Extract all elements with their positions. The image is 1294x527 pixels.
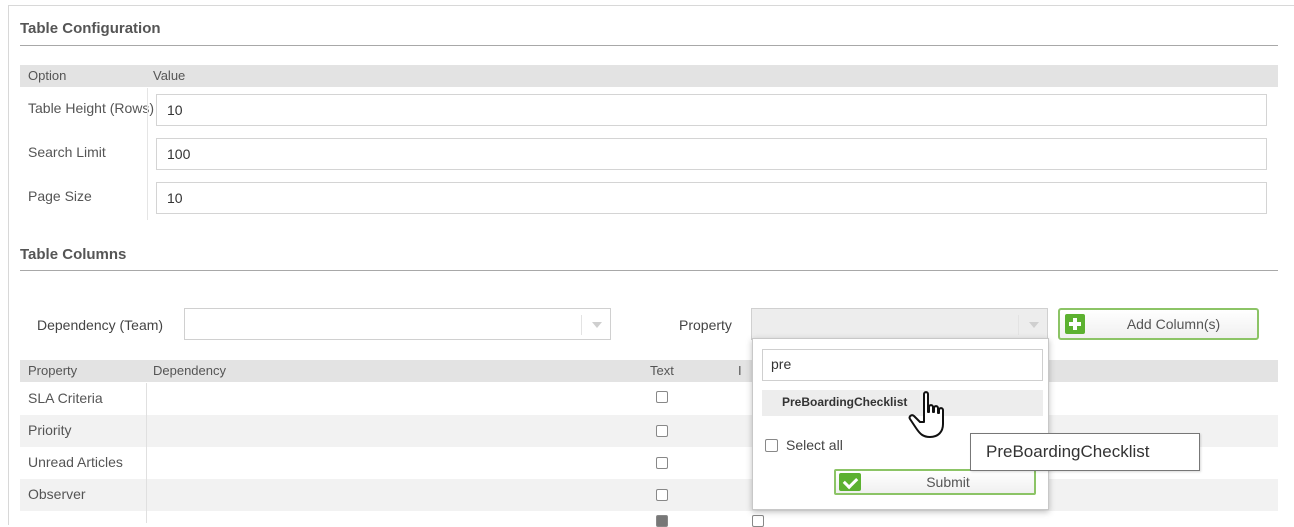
row-property: Priority bbox=[28, 422, 72, 438]
property-dropdown: pre PreBoardingChecklist Select all Subm… bbox=[752, 338, 1049, 510]
chevron-down-icon[interactable] bbox=[592, 322, 602, 328]
row-property: SLA Criteria bbox=[28, 390, 103, 406]
dropdown-option-preboardingchecklist[interactable]: PreBoardingChecklist bbox=[762, 390, 1043, 416]
header-i: I bbox=[738, 363, 742, 378]
text-checkbox[interactable] bbox=[656, 425, 668, 437]
column-divider bbox=[147, 88, 148, 132]
header-dependency: Dependency bbox=[153, 363, 226, 378]
table-configuration-title: Table Configuration bbox=[20, 20, 161, 37]
header-property: Property bbox=[28, 363, 78, 378]
column-divider bbox=[146, 415, 147, 447]
config-label: Search Limit bbox=[28, 144, 106, 160]
property-search-input[interactable]: pre bbox=[762, 349, 1043, 381]
submit-label: Submit bbox=[926, 474, 970, 490]
text-checkbox[interactable] bbox=[656, 391, 668, 403]
column-divider bbox=[146, 511, 147, 523]
header-value: Value bbox=[153, 68, 186, 83]
table-columns-title: Table Columns bbox=[20, 246, 127, 263]
section-divider bbox=[20, 270, 1278, 271]
text-checkbox[interactable] bbox=[656, 489, 668, 501]
hand-pointer-cursor-icon bbox=[908, 391, 944, 438]
select-separator bbox=[581, 315, 582, 335]
dependency-team-select[interactable] bbox=[184, 308, 611, 340]
config-label: Table Height (Rows) bbox=[28, 100, 155, 116]
table-row: Observer bbox=[20, 479, 1278, 511]
config-row-search-limit: Search Limit 100 bbox=[20, 132, 1278, 176]
config-label: Page Size bbox=[28, 188, 92, 204]
config-row-page-size: Page Size 10 bbox=[20, 176, 1278, 220]
page-size-input[interactable]: 10 bbox=[156, 182, 1267, 214]
column-divider bbox=[146, 447, 147, 479]
column-divider bbox=[146, 479, 147, 511]
select-all-label: Select all bbox=[786, 437, 843, 453]
option-label: PreBoardingChecklist bbox=[782, 395, 908, 409]
text-checkbox[interactable] bbox=[656, 457, 668, 469]
config-table-header: Option Value bbox=[20, 65, 1278, 87]
text-checkbox[interactable] bbox=[656, 515, 668, 527]
section-divider bbox=[20, 45, 1278, 46]
config-row-table-height: Table Height (Rows) 10 bbox=[20, 88, 1278, 132]
property-select[interactable] bbox=[751, 308, 1048, 340]
column-divider bbox=[147, 176, 148, 220]
select-all-checkbox[interactable] bbox=[765, 439, 778, 452]
add-columns-button[interactable]: Add Column(s) bbox=[1058, 308, 1259, 340]
row-property: Observer bbox=[28, 486, 86, 502]
header-text: Text bbox=[650, 363, 674, 378]
checkbox[interactable] bbox=[752, 515, 764, 527]
chevron-down-icon[interactable] bbox=[1029, 322, 1039, 328]
property-label: Property bbox=[679, 317, 732, 333]
columns-table-header: Property Dependency Text I bbox=[20, 360, 1278, 382]
option-tooltip: PreBoardingChecklist bbox=[970, 433, 1200, 471]
table-height-input[interactable]: 10 bbox=[156, 94, 1267, 126]
search-limit-input[interactable]: 100 bbox=[156, 138, 1267, 170]
submit-button[interactable]: Submit bbox=[834, 469, 1036, 495]
select-all-control[interactable]: Select all bbox=[765, 437, 843, 453]
select-separator bbox=[1018, 315, 1019, 335]
column-divider bbox=[147, 132, 148, 176]
dependency-team-label: Dependency (Team) bbox=[37, 317, 164, 333]
column-divider bbox=[146, 383, 147, 415]
table-row bbox=[20, 511, 1278, 527]
row-property: Unread Articles bbox=[28, 454, 123, 470]
table-row: SLA Criteria bbox=[20, 383, 1278, 415]
add-columns-label: Add Column(s) bbox=[1126, 316, 1221, 332]
header-option: Option bbox=[28, 68, 67, 83]
